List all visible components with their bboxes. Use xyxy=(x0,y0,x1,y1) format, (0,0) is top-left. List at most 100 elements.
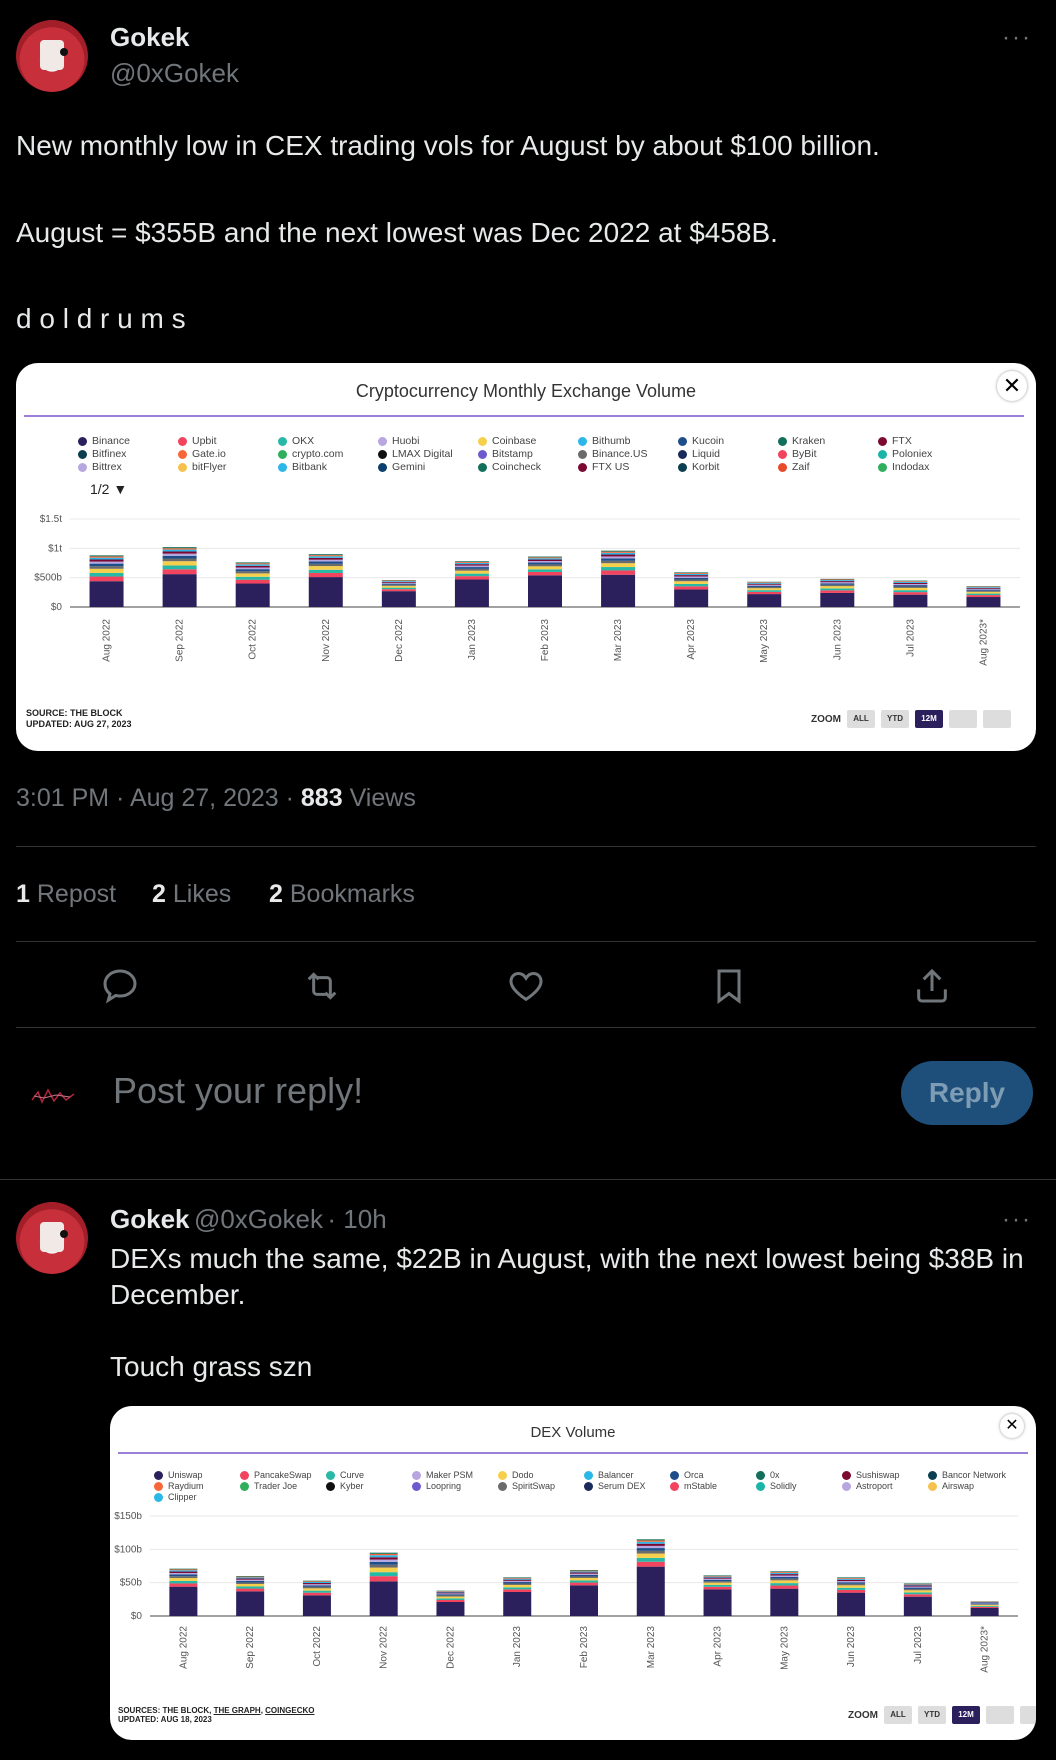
zoom-blank-button[interactable] xyxy=(986,1706,1014,1724)
legend-item[interactable]: Korbit xyxy=(678,461,719,473)
close-icon[interactable]: ✕ xyxy=(997,371,1027,401)
legend-item[interactable]: OKX xyxy=(278,435,314,447)
legend-item[interactable]: Sushiswap xyxy=(842,1470,900,1480)
bar-segment xyxy=(169,1580,198,1584)
legend-item[interactable]: Kucoin xyxy=(678,435,724,447)
zoom-ytd-button[interactable]: YTD xyxy=(881,710,909,728)
legend-item[interactable]: Bithumb xyxy=(578,435,631,447)
legend-item[interactable]: Bitbank xyxy=(278,461,327,473)
legend-item[interactable]: Orca xyxy=(670,1470,704,1480)
bar-segment xyxy=(820,588,855,591)
close-icon[interactable]: ✕ xyxy=(1000,1414,1024,1438)
author-name[interactable]: Gokek xyxy=(110,22,190,53)
legend-item[interactable]: Huobi xyxy=(378,435,419,447)
bar-segment xyxy=(636,1545,665,1549)
reply-icon[interactable] xyxy=(100,966,140,1006)
legend-item[interactable]: crypto.com xyxy=(278,448,343,460)
zoom-ytd-button[interactable]: YTD xyxy=(918,1706,946,1724)
legend-item[interactable]: FTX US xyxy=(578,461,629,473)
legend-item[interactable]: Dodo xyxy=(498,1470,534,1480)
likes-stat[interactable]: 2 Likes xyxy=(152,880,231,909)
legend-item[interactable]: Liquid xyxy=(678,448,720,460)
legend-item[interactable]: Binance xyxy=(78,435,130,447)
legend-item[interactable]: Coincheck xyxy=(478,461,541,473)
legend-page-indicator[interactable]: 1/2 ▼ xyxy=(90,481,127,497)
legend-item[interactable]: ByBit xyxy=(778,448,817,460)
legend-item[interactable]: LMAX Digital xyxy=(378,448,453,460)
tweet-text-line-2: August = $355B and the next lowest was D… xyxy=(16,217,778,248)
legend-item[interactable]: Curve xyxy=(326,1470,364,1480)
legend-item[interactable]: Airswap xyxy=(928,1481,974,1491)
legend-item[interactable]: Solidly xyxy=(756,1481,797,1491)
cex-chart-image[interactable]: Cryptocurrency Monthly Exchange Volume ✕… xyxy=(16,363,1036,751)
reply-more-options-icon[interactable]: ··· xyxy=(1002,1206,1032,1234)
zoom-12m-button[interactable]: 12M xyxy=(952,1706,980,1724)
legend-dot xyxy=(154,1492,163,1502)
legend-item[interactable]: Maker PSM xyxy=(412,1470,473,1480)
bar-segment xyxy=(436,1591,465,1592)
more-options-icon[interactable]: ··· xyxy=(1002,24,1032,52)
legend-item[interactable]: Coinbase xyxy=(478,435,536,447)
legend-item[interactable]: Upbit xyxy=(178,435,217,447)
legend-item[interactable]: PancakeSwap xyxy=(240,1470,312,1480)
bar-segment xyxy=(369,1559,398,1562)
legend-item[interactable]: Gate.io xyxy=(178,448,226,460)
legend-item[interactable]: Loopring xyxy=(412,1481,461,1491)
bar-segment xyxy=(436,1596,465,1599)
zoom-12m-button[interactable]: 12M xyxy=(915,710,943,728)
zoom-blank-button[interactable] xyxy=(1020,1706,1036,1724)
legend-item[interactable]: 0x xyxy=(756,1470,780,1480)
repost-stat[interactable]: 1 Repost xyxy=(16,880,116,909)
legend-item[interactable]: Zaif xyxy=(778,461,810,473)
legend-item[interactable]: Uniswap xyxy=(154,1470,203,1480)
reply-author-avatar[interactable] xyxy=(16,1202,88,1274)
legend-label: LMAX Digital xyxy=(392,448,453,460)
legend-item[interactable]: Clipper xyxy=(154,1492,197,1502)
bar-segment xyxy=(236,1576,265,1578)
legend-item[interactable]: Raydium xyxy=(154,1481,204,1491)
share-icon[interactable] xyxy=(912,966,952,1006)
reply-author-handle[interactable]: @0xGokek xyxy=(194,1204,323,1234)
reply-author-name[interactable]: Gokek xyxy=(110,1204,190,1234)
tweet-timestamp[interactable]: 3:01 PM · Aug 27, 2023 · 883 Views xyxy=(16,784,416,813)
reply-input[interactable]: Post your reply! xyxy=(113,1070,363,1112)
legend-dot xyxy=(498,1470,507,1480)
legend-item[interactable]: Kyber xyxy=(326,1481,364,1491)
legend-item[interactable]: mStable xyxy=(670,1481,717,1491)
bar-segment xyxy=(381,581,416,583)
legend-item[interactable]: Serum DEX xyxy=(584,1481,646,1491)
legend-item[interactable]: Trader Joe xyxy=(240,1481,297,1491)
reply-time[interactable]: · 10h xyxy=(327,1204,386,1234)
author-avatar[interactable] xyxy=(16,20,88,92)
legend-item[interactable]: Binance.US xyxy=(578,448,647,460)
legend-item[interactable]: FTX xyxy=(878,435,912,447)
bar-segment xyxy=(235,562,270,564)
legend-item[interactable]: Bitstamp xyxy=(478,448,533,460)
bookmark-icon[interactable] xyxy=(709,966,749,1006)
legend-item[interactable]: SpiritSwap xyxy=(498,1481,555,1491)
bar-segment xyxy=(636,1541,665,1544)
legend-item[interactable]: Indodax xyxy=(878,461,929,473)
author-handle[interactable]: @0xGokek xyxy=(110,58,239,89)
legend-item[interactable]: Poloniex xyxy=(878,448,932,460)
legend-item[interactable]: Gemini xyxy=(378,461,425,473)
legend-item[interactable]: Kraken xyxy=(778,435,825,447)
legend-item[interactable]: Bancor Network xyxy=(928,1470,1006,1480)
legend-label: Korbit xyxy=(692,461,720,473)
bar-segment xyxy=(503,1577,532,1578)
legend-item[interactable]: Astroport xyxy=(842,1481,893,1491)
heart-icon[interactable] xyxy=(506,966,546,1006)
legend-item[interactable]: Bitfinex xyxy=(78,448,126,460)
repost-icon[interactable] xyxy=(302,966,342,1006)
legend-item[interactable]: Balancer xyxy=(584,1470,634,1480)
reply-button[interactable]: Reply xyxy=(901,1061,1033,1125)
dex-chart-image[interactable]: DEX Volume ✕ Uniswap PancakeSwap Curve Make… xyxy=(110,1406,1036,1740)
legend-item[interactable]: bitFlyer xyxy=(178,461,226,473)
zoom-blank-button[interactable] xyxy=(983,710,1011,728)
zoom-all-button[interactable]: ALL xyxy=(884,1706,912,1724)
legend-item[interactable]: Bittrex xyxy=(78,461,122,473)
bar-segment xyxy=(528,564,562,567)
zoom-blank-button[interactable] xyxy=(949,710,977,728)
zoom-all-button[interactable]: ALL xyxy=(847,710,875,728)
bookmarks-stat[interactable]: 2 Bookmarks xyxy=(269,880,415,909)
